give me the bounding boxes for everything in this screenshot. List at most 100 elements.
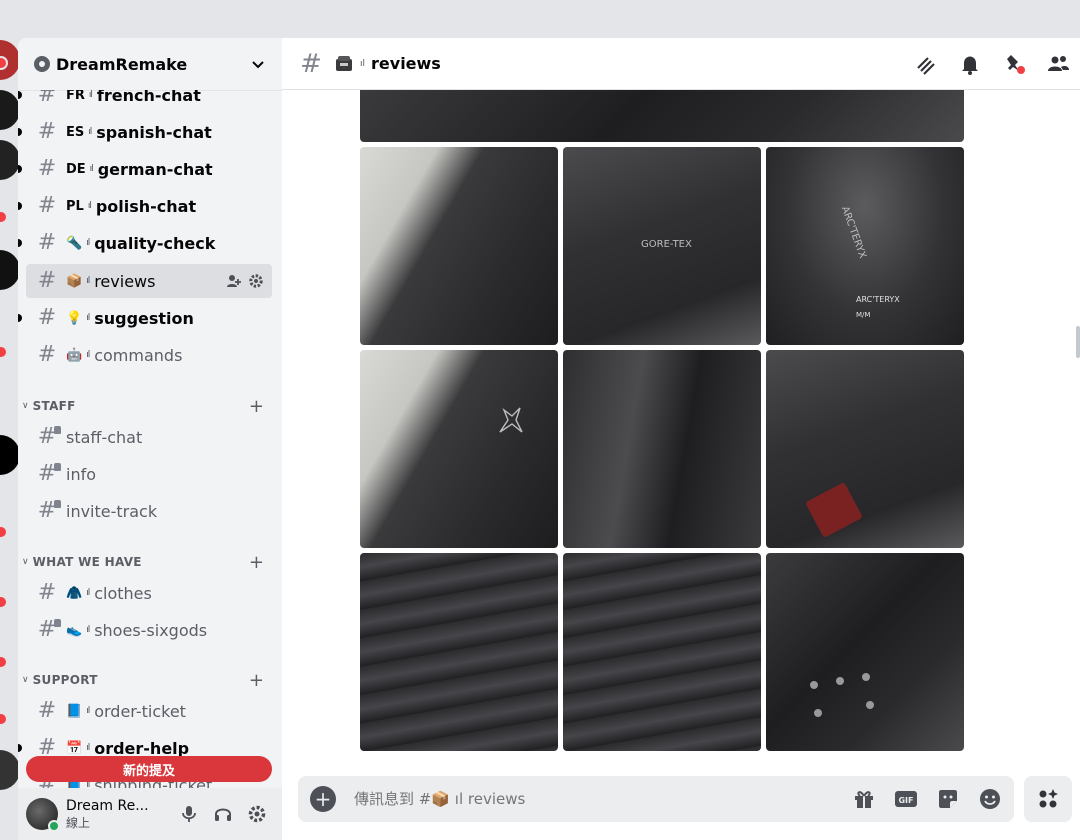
mention-badge bbox=[0, 210, 8, 224]
online-status-icon bbox=[48, 820, 60, 832]
unread-indicator bbox=[18, 239, 22, 247]
channel-label: spanish-chat bbox=[96, 122, 212, 142]
server-badge-icon bbox=[34, 56, 50, 72]
channel-clothes[interactable]: # 🧥 ıl clothes bbox=[26, 576, 272, 610]
channel-suggestion[interactable]: # 💡 ıl suggestion bbox=[18, 301, 272, 335]
channel-separator: ıl bbox=[360, 58, 366, 69]
add-channel-icon[interactable]: + bbox=[249, 552, 264, 573]
server-icon[interactable] bbox=[0, 140, 18, 180]
server-icon[interactable] bbox=[0, 750, 18, 790]
robot-icon: 🤖 bbox=[66, 347, 83, 363]
new-mentions-button[interactable]: 新的提及 bbox=[26, 756, 272, 782]
channel-separator: ıl bbox=[88, 127, 92, 137]
box-icon: 📦 bbox=[66, 273, 83, 289]
category-label: WHAT WE HAVE bbox=[32, 555, 142, 569]
channel-info[interactable]: # info bbox=[26, 457, 272, 491]
composer-tools: GIF bbox=[852, 787, 1002, 811]
channel-commands[interactable]: # 🤖 ıl commands bbox=[26, 338, 272, 372]
gear-icon[interactable] bbox=[248, 273, 264, 289]
snap-button bbox=[836, 677, 844, 685]
review-image[interactable] bbox=[360, 147, 558, 345]
channel-polish-chat[interactable]: # PL ıl polish-chat bbox=[18, 189, 272, 223]
channel-separator: ıl bbox=[86, 350, 90, 360]
main-chat: # ıl reviews GORE-TEX ARC'TERYX ARC'TERY… bbox=[282, 38, 1080, 840]
upload-button[interactable]: + bbox=[310, 786, 336, 812]
channel-label: quality-check bbox=[94, 233, 216, 253]
mute-button[interactable] bbox=[172, 798, 206, 830]
review-image[interactable] bbox=[563, 553, 761, 751]
review-image[interactable] bbox=[360, 350, 558, 548]
unread-indicator bbox=[18, 744, 22, 752]
add-channel-icon[interactable]: + bbox=[249, 396, 264, 417]
channel-quality-check[interactable]: # 🔦 ıl quality-check bbox=[18, 226, 272, 260]
add-channel-icon[interactable]: + bbox=[249, 670, 264, 691]
avatar[interactable] bbox=[26, 798, 60, 832]
microphone-icon bbox=[182, 806, 196, 822]
server-icon[interactable] bbox=[0, 435, 18, 475]
private-hash-icon: # bbox=[36, 500, 61, 522]
emoji-icon[interactable] bbox=[978, 787, 1002, 811]
category-staff[interactable]: ∨ STAFF + bbox=[18, 394, 282, 418]
channel-label: clothes bbox=[94, 583, 152, 603]
private-hash-icon: # bbox=[36, 619, 61, 641]
user-info[interactable]: Dream Re... 線上 bbox=[66, 798, 172, 831]
channel-shoes-sixgods[interactable]: # 👟 ıl shoes-sixgods bbox=[26, 613, 272, 647]
channel-staff-chat[interactable]: # staff-chat bbox=[26, 420, 272, 454]
member-list-icon[interactable] bbox=[1046, 52, 1070, 76]
gif-icon[interactable]: GIF bbox=[894, 787, 918, 811]
invite-member-icon[interactable] bbox=[226, 273, 242, 289]
server-name: DreamRemake bbox=[56, 54, 188, 74]
chevron-down-icon bbox=[252, 61, 264, 69]
review-image[interactable] bbox=[766, 553, 964, 751]
shoe-icon: 👟 bbox=[66, 622, 83, 638]
care-tag bbox=[805, 482, 863, 538]
threads-icon[interactable] bbox=[914, 52, 938, 76]
channel-invite-track[interactable]: # invite-track bbox=[26, 494, 272, 528]
arcteryx-logo: ARC'TERYX bbox=[838, 204, 868, 261]
unread-indicator bbox=[18, 128, 22, 136]
hash-icon: # bbox=[37, 156, 57, 181]
user-name: Dream Re... bbox=[66, 797, 149, 814]
gift-icon[interactable] bbox=[852, 787, 876, 811]
hash-icon: # bbox=[300, 48, 322, 79]
review-image[interactable] bbox=[360, 90, 964, 142]
channel-order-ticket[interactable]: # 📘 ıl order-ticket bbox=[26, 694, 272, 728]
user-settings-button[interactable] bbox=[240, 798, 274, 830]
review-image[interactable] bbox=[766, 350, 964, 548]
server-header[interactable]: DreamRemake bbox=[18, 38, 282, 90]
category-what-we-have[interactable]: ∨ WHAT WE HAVE + bbox=[18, 550, 282, 574]
channel-label: polish-chat bbox=[95, 196, 197, 216]
hash-icon: # bbox=[37, 230, 57, 255]
bell-icon[interactable] bbox=[958, 52, 982, 76]
review-image[interactable] bbox=[563, 350, 761, 548]
server-icon[interactable] bbox=[0, 90, 18, 130]
channel-reviews[interactable]: # 📦 ıl reviews bbox=[26, 264, 272, 298]
channel-actions bbox=[226, 273, 264, 289]
channel-spanish-chat[interactable]: # ES ıl spanish-chat bbox=[18, 115, 272, 149]
channel-label: invite-track bbox=[66, 501, 158, 521]
hash-icon: # bbox=[37, 342, 57, 367]
mention-badge bbox=[0, 345, 8, 359]
channel-label: reviews bbox=[94, 271, 156, 291]
unread-indicator bbox=[18, 202, 22, 210]
channel-german-chat[interactable]: # DE ıl german-chat bbox=[18, 152, 272, 186]
pin-icon[interactable] bbox=[1002, 52, 1026, 76]
calendar-icon: 📅 bbox=[66, 740, 83, 756]
private-hash-icon: # bbox=[36, 463, 61, 485]
channel-label: shoes-sixgods bbox=[94, 620, 208, 640]
review-image[interactable] bbox=[360, 553, 558, 751]
scrollbar[interactable] bbox=[1076, 326, 1080, 358]
chevron-down-icon: ∨ bbox=[22, 401, 29, 411]
message-input[interactable] bbox=[354, 790, 852, 808]
sticker-icon[interactable] bbox=[936, 787, 960, 811]
book-icon: 📘 bbox=[66, 703, 83, 719]
review-image[interactable]: GORE-TEX bbox=[563, 147, 761, 345]
channel-separator: ıl bbox=[86, 313, 90, 323]
gear-icon bbox=[248, 805, 266, 823]
channel-separator: ıl bbox=[87, 201, 92, 211]
apps-button[interactable] bbox=[1024, 776, 1072, 822]
review-image[interactable]: ARC'TERYX ARC'TERYX M/M bbox=[766, 147, 964, 345]
server-icon[interactable] bbox=[0, 250, 18, 290]
deafen-button[interactable] bbox=[206, 798, 240, 830]
category-support[interactable]: ∨ SUPPORT + bbox=[18, 668, 282, 692]
